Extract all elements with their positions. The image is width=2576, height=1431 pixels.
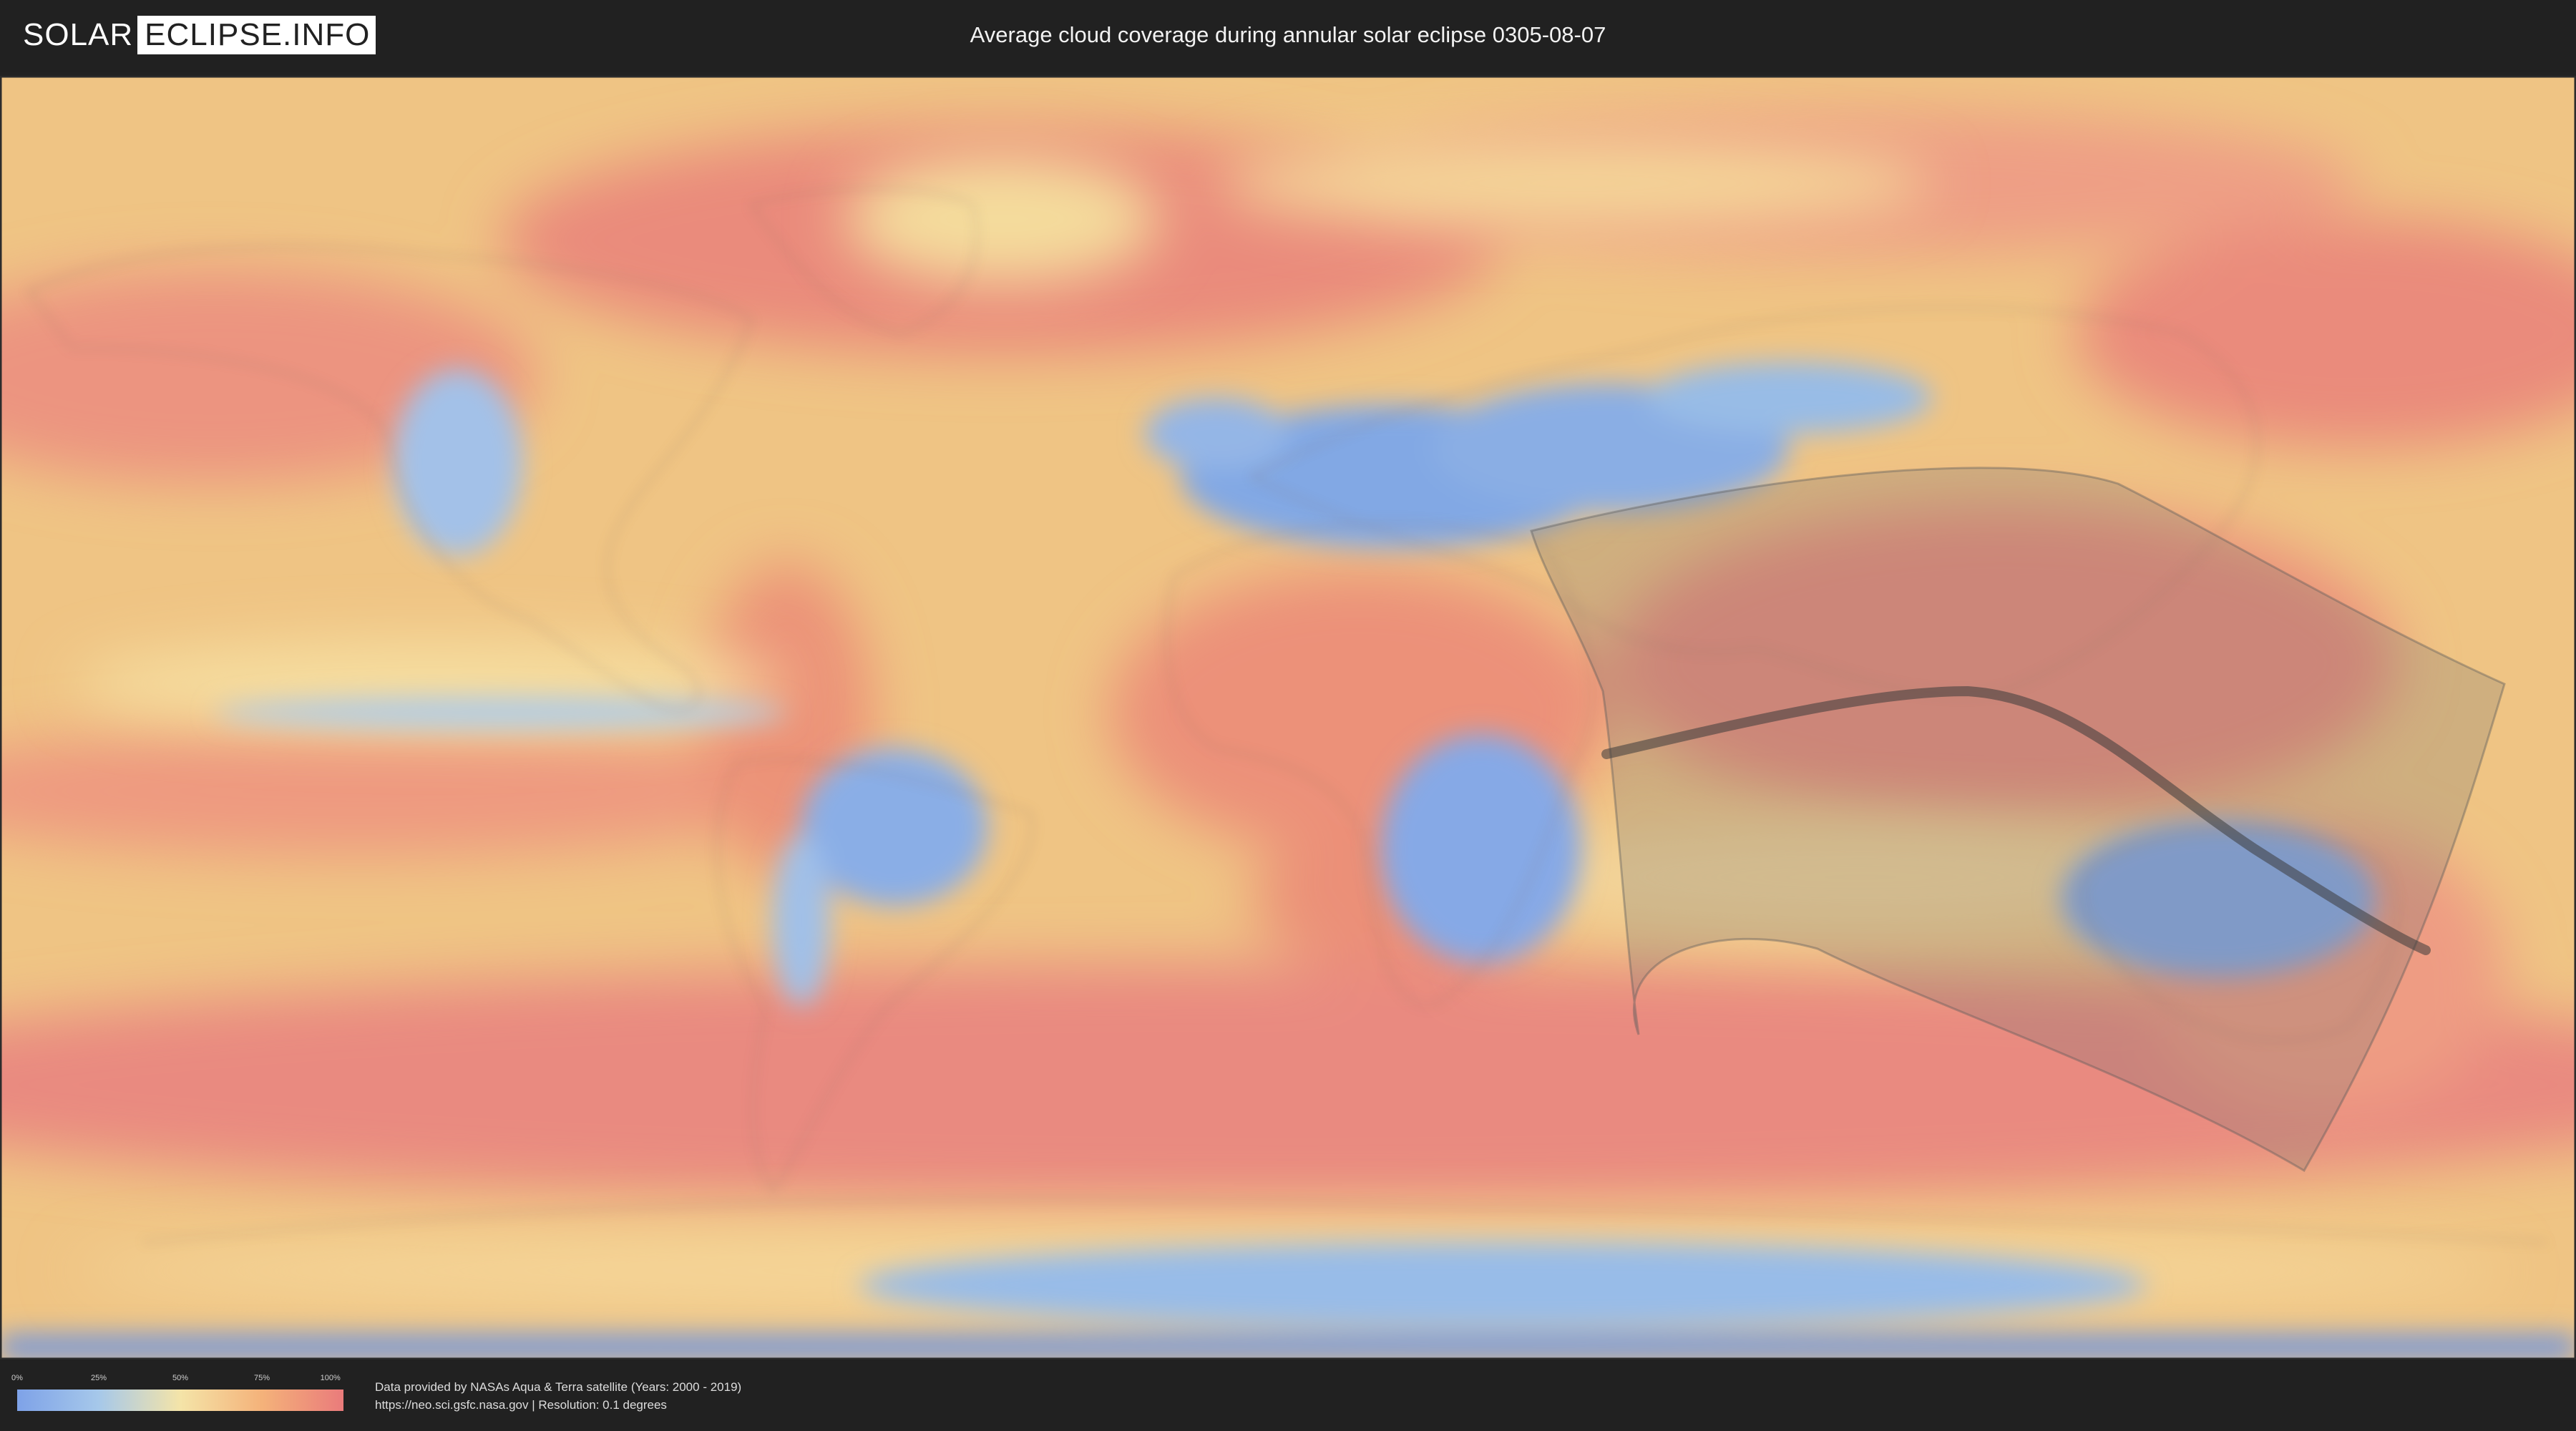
page-title: Average cloud coverage during annular so…	[970, 22, 1606, 47]
footer-bar: 0% 25% 50% 75% 100% Data provided by NAS…	[0, 1359, 2576, 1431]
legend-tick-75: 75%	[253, 1374, 270, 1382]
cloud-coverage-map[interactable]	[0, 76, 2576, 1359]
legend-tick-100: 100%	[320, 1374, 341, 1382]
header-bar: SOLAR ECLIPSE.INFO Average cloud coverag…	[0, 0, 2576, 72]
legend-color-scale	[17, 1390, 343, 1411]
credits-line-source: Data provided by NASAs Aqua & Terra sate…	[375, 1380, 742, 1394]
map-svg	[0, 76, 2576, 1359]
legend-tick-50: 50%	[172, 1374, 189, 1382]
data-credits: Data provided by NASAs Aqua & Terra sate…	[375, 1378, 741, 1414]
credits-line-url: https://neo.sci.gsfc.nasa.gov | Resoluti…	[375, 1398, 667, 1412]
legend-tick-25: 25%	[90, 1374, 107, 1382]
legend-tick-0: 0%	[11, 1374, 23, 1382]
